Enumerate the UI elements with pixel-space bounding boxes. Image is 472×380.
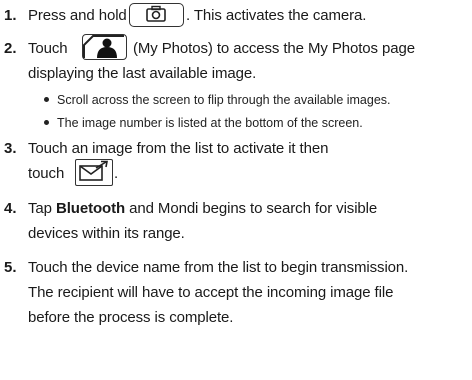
step-5-text-line2: The recipient will have to accept the in… bbox=[28, 284, 394, 301]
step-3-text-pre2: touch bbox=[28, 165, 65, 182]
step-1-number: 1. bbox=[4, 7, 17, 24]
step-4-number: 4. bbox=[4, 200, 17, 217]
step-2-text-post: (My Photos) to access the My Photos page bbox=[133, 40, 415, 57]
step-2-bullet-2: The image number is listed at the bottom… bbox=[44, 114, 363, 132]
bullet-dot bbox=[44, 120, 49, 126]
step-4-text-post: and Mondi begins to search for visible bbox=[129, 200, 378, 217]
step-5-text-line1: Touch the device name from the list to b… bbox=[28, 259, 409, 276]
send-message-icon bbox=[75, 159, 113, 186]
bluetooth-label: Bluetooth bbox=[55, 200, 126, 217]
step-2-bullet-1: Scroll across the screen to flip through… bbox=[44, 91, 391, 109]
step-4-text-line1: Tap Bluetooth and Mondi begins to search… bbox=[28, 199, 377, 219]
step-3-text-post2: . bbox=[114, 165, 119, 182]
my-photos-icon bbox=[82, 34, 127, 60]
step-2-text-line2: displaying the last available image. bbox=[28, 65, 257, 82]
step-5-number: 5. bbox=[4, 259, 17, 276]
step-1-text-post: . This activates the camera. bbox=[186, 7, 367, 24]
step-4-text-pre: Tap bbox=[28, 200, 52, 217]
bullet-text: The image number is listed at the bottom… bbox=[57, 116, 363, 130]
step-4-text-line2: devices within its range. bbox=[28, 225, 185, 242]
bullet-text: Scroll across the screen to flip through… bbox=[57, 93, 391, 107]
step-3-text-line1: Touch an image from the list to activate… bbox=[28, 140, 329, 157]
step-2-number: 2. bbox=[4, 40, 17, 57]
instruction-document: 1. Press and hold . This activates the c… bbox=[0, 0, 472, 380]
step-2-text-pre: Touch bbox=[28, 40, 68, 57]
bullet-dot bbox=[44, 97, 49, 103]
step-1-text-pre: Press and hold bbox=[28, 7, 127, 24]
camera-icon bbox=[129, 3, 184, 27]
step-3-number: 3. bbox=[4, 140, 17, 157]
step-5-text-line3: before the process is complete. bbox=[28, 309, 234, 326]
